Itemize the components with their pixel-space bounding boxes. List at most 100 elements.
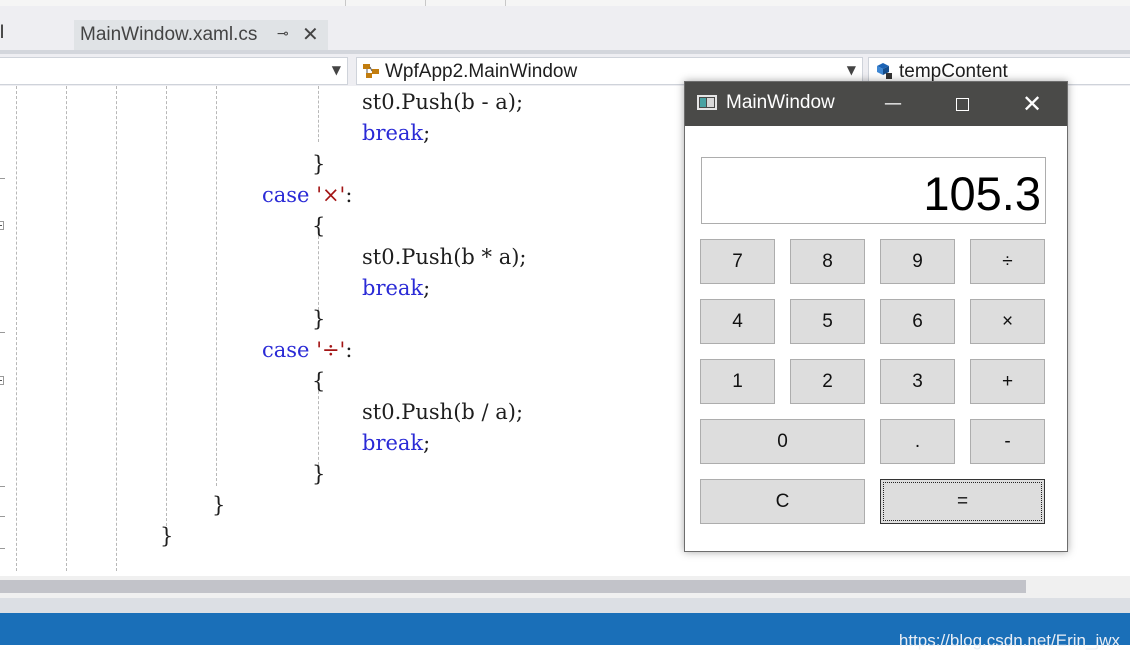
code-token: ; bbox=[423, 431, 431, 455]
toolbar-separator bbox=[345, 0, 346, 6]
toolbar-separator bbox=[425, 0, 426, 6]
field-icon bbox=[877, 63, 892, 79]
minimize-icon: — bbox=[884, 93, 902, 114]
code-token: } bbox=[160, 524, 174, 548]
code-token: ; bbox=[423, 121, 431, 145]
code-line: { bbox=[312, 368, 325, 394]
code-token: : bbox=[345, 338, 353, 362]
indent-guide bbox=[116, 86, 117, 571]
indent-guide bbox=[16, 86, 17, 571]
tab-title: MainWindow.xaml.cs bbox=[80, 24, 258, 45]
string-token: '÷' bbox=[316, 338, 346, 362]
key-5[interactable]: 5 bbox=[790, 299, 865, 344]
key-clear[interactable]: C bbox=[700, 479, 865, 524]
key-decimal[interactable]: . bbox=[880, 419, 955, 464]
scrollbar-thumb[interactable] bbox=[0, 580, 1026, 593]
code-line: break; bbox=[362, 275, 430, 301]
code-token: } bbox=[312, 152, 326, 176]
code-token: } bbox=[312, 462, 326, 486]
pin-icon[interactable]: ⊸ bbox=[277, 26, 289, 42]
chevron-down-icon: ▼ bbox=[846, 63, 856, 77]
close-icon: ✕ bbox=[1021, 90, 1043, 118]
toolbar-separator bbox=[505, 0, 506, 6]
key-2[interactable]: 2 bbox=[790, 359, 865, 404]
keyword-token: case bbox=[262, 183, 310, 207]
code-token: ; bbox=[423, 276, 431, 300]
indent-guide bbox=[318, 391, 319, 465]
tab-partial[interactable]: l bbox=[0, 22, 4, 43]
display-value: 105.3 bbox=[923, 167, 1041, 220]
status-bar: https://blog.csdn.net/Erin_jwx bbox=[0, 598, 1130, 650]
close-tab-icon[interactable]: ✕ bbox=[302, 22, 319, 46]
calculator-window: MainWindow — ✕ 105.3 7 8 9 ÷ 4 5 6 × 1 2… bbox=[684, 81, 1068, 552]
key-3[interactable]: 3 bbox=[880, 359, 955, 404]
key-1[interactable]: 1 bbox=[700, 359, 775, 404]
keyword-token: break bbox=[362, 431, 424, 455]
string-token: '×' bbox=[316, 183, 346, 207]
margin-tick bbox=[0, 486, 5, 487]
indent-guide bbox=[66, 86, 67, 571]
indent-guide bbox=[166, 86, 167, 526]
horizontal-scrollbar[interactable] bbox=[0, 576, 1130, 598]
code-line: break; bbox=[362, 120, 430, 146]
project-combo[interactable]: ▼ bbox=[0, 57, 348, 85]
collapse-icon[interactable] bbox=[0, 221, 4, 230]
code-token: st0.Push(b - a); bbox=[362, 90, 524, 114]
key-multiply[interactable]: × bbox=[970, 299, 1045, 344]
maximize-icon bbox=[955, 98, 969, 111]
code-line: case '÷': bbox=[262, 337, 352, 363]
code-line: break; bbox=[362, 430, 430, 456]
window-title: MainWindow bbox=[726, 92, 835, 113]
key-minus[interactable]: - bbox=[970, 419, 1045, 464]
key-8[interactable]: 8 bbox=[790, 239, 865, 284]
margin-tick bbox=[0, 516, 5, 517]
code-token: { bbox=[312, 369, 326, 393]
document-tab-strip: l MainWindow.xaml.cs ⊸ ✕ bbox=[0, 0, 1130, 50]
code-line: st0.Push(b / a); bbox=[362, 399, 523, 425]
code-line: case '×': bbox=[262, 182, 352, 208]
indent-guide bbox=[318, 86, 319, 142]
class-icon bbox=[363, 64, 379, 78]
code-token: st0.Push(b * a); bbox=[362, 245, 527, 269]
watermark: https://blog.csdn.net/Erin_jwx bbox=[898, 631, 1120, 650]
key-7[interactable]: 7 bbox=[700, 239, 775, 284]
keyword-token: break bbox=[362, 121, 424, 145]
key-0[interactable]: 0 bbox=[700, 419, 865, 464]
indent-guide bbox=[216, 86, 217, 486]
code-token: } bbox=[212, 493, 226, 517]
keyword-token: case bbox=[262, 338, 310, 362]
key-4[interactable]: 4 bbox=[700, 299, 775, 344]
code-line: } bbox=[312, 461, 325, 487]
calculator-display[interactable]: 105.3 bbox=[701, 157, 1046, 224]
code-line: st0.Push(b - a); bbox=[362, 89, 523, 115]
window-titlebar[interactable]: MainWindow — ✕ bbox=[685, 82, 1067, 126]
close-button[interactable]: ✕ bbox=[997, 82, 1067, 126]
collapse-icon[interactable] bbox=[0, 376, 4, 385]
code-line: { bbox=[312, 213, 325, 239]
key-6[interactable]: 6 bbox=[880, 299, 955, 344]
key-9[interactable]: 9 bbox=[880, 239, 955, 284]
tab-mainwindow-xaml-cs[interactable]: MainWindow.xaml.cs ⊸ ✕ bbox=[74, 20, 328, 50]
key-divide[interactable]: ÷ bbox=[970, 239, 1045, 284]
maximize-button[interactable] bbox=[927, 82, 997, 126]
keyword-token: break bbox=[362, 276, 424, 300]
margin-tick bbox=[0, 548, 5, 549]
code-token: : bbox=[345, 183, 353, 207]
margin-tick bbox=[0, 332, 5, 333]
code-line: } bbox=[212, 492, 225, 518]
key-plus[interactable]: + bbox=[970, 359, 1045, 404]
app-icon bbox=[697, 95, 717, 110]
indent-guide bbox=[318, 236, 319, 310]
code-token: st0.Push(b / a); bbox=[362, 400, 524, 424]
member-combo-label: tempContent bbox=[899, 61, 1008, 82]
toolbar-remnant bbox=[0, 0, 1130, 6]
code-line: } bbox=[312, 306, 325, 332]
code-token: } bbox=[312, 307, 326, 331]
class-combo-label: WpfApp2.MainWindow bbox=[385, 61, 578, 82]
code-token: { bbox=[312, 214, 326, 238]
margin-tick bbox=[0, 178, 5, 179]
chevron-down-icon: ▼ bbox=[331, 63, 341, 77]
minimize-button[interactable]: — bbox=[858, 82, 928, 126]
key-equals[interactable]: = bbox=[880, 479, 1045, 524]
status-bar-strip: https://blog.csdn.net/Erin_jwx bbox=[0, 613, 1130, 650]
